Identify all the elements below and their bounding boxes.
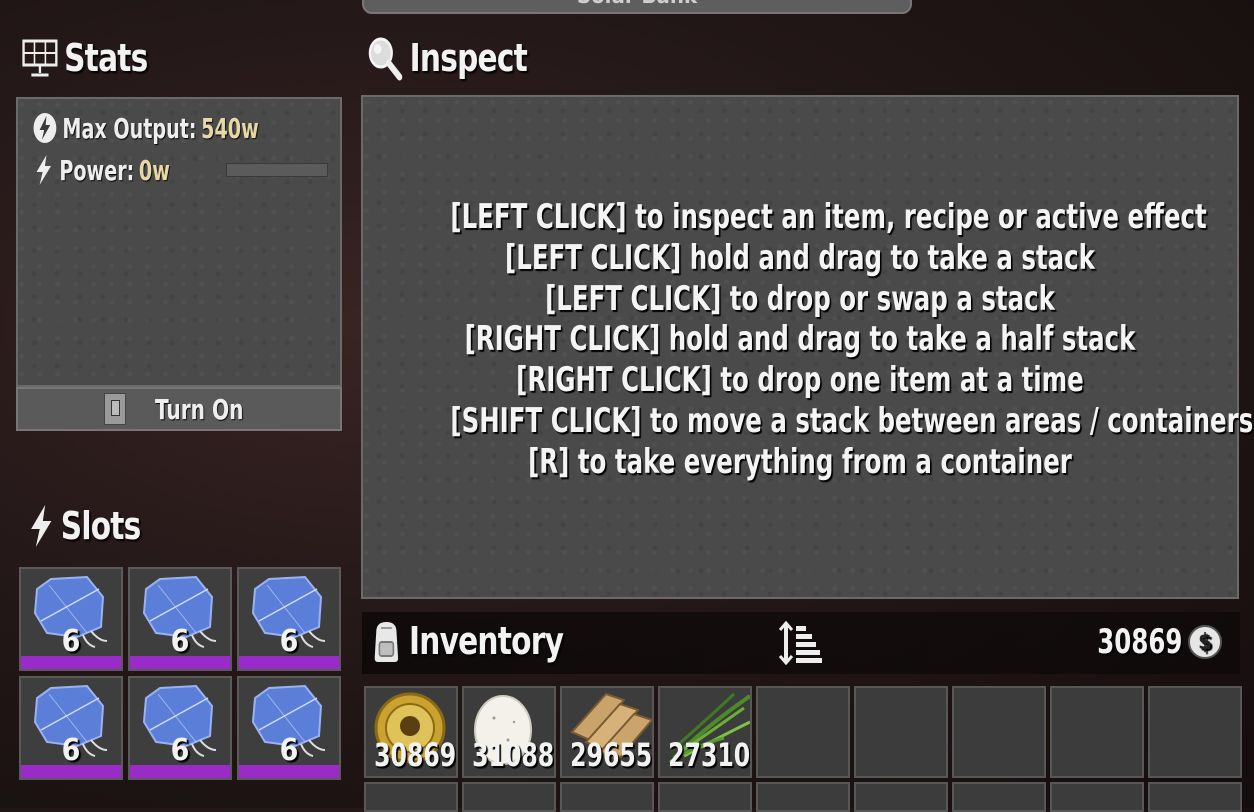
lightning-circle-icon (33, 113, 57, 143)
lightning-icon (36, 155, 51, 185)
inventory-slot[interactable]: 27310 (658, 686, 752, 778)
slot-count: 6 (170, 624, 190, 659)
help-line: [R] to take everything from a container (528, 441, 1072, 482)
durability-bar (21, 656, 121, 669)
sort-icon[interactable] (778, 620, 824, 666)
power-slot[interactable]: 6 (19, 567, 123, 671)
stats-header-label: Stats (64, 36, 148, 80)
inspect-header-label: Inspect (409, 36, 528, 80)
slot-count: 6 (279, 624, 299, 659)
inventory-slot-empty[interactable] (952, 686, 1046, 778)
durability-bar (239, 656, 339, 669)
help-line: [SHIFT CLICK] to move a stack between ar… (450, 400, 1254, 441)
switch-icon (103, 393, 126, 425)
max-output-label: Max Output: (62, 111, 197, 145)
slot-count: 6 (279, 733, 299, 768)
inspect-help-text: [LEFT CLICK] to inspect an item, recipe … (450, 197, 1254, 483)
inventory-slot-empty[interactable] (1050, 686, 1144, 778)
magnifier-icon (368, 37, 403, 81)
inventory-header-bar: Inventory 30869 $ (362, 612, 1240, 674)
window-title: Solar Bank (577, 0, 697, 9)
inspect-panel: [LEFT CLICK] to inspect an item, recipe … (361, 95, 1254, 599)
lightning-icon (31, 505, 52, 547)
inventory-slot[interactable]: 31088 (462, 686, 556, 778)
power-bar (226, 163, 328, 177)
window-title-tab: Solar Bank (362, 0, 912, 14)
help-line: [RIGHT CLICK] to drop one item at a time (516, 360, 1084, 401)
coin-icon: $ (1188, 625, 1222, 659)
help-line: [LEFT CLICK] hold and drag to take a sta… (505, 237, 1095, 278)
slot-count: 6 (170, 733, 190, 768)
inventory-count: 27310 (668, 736, 751, 774)
solar-panel-icon (22, 39, 58, 77)
help-line: [LEFT CLICK] to drop or swap a stack (545, 278, 1055, 319)
inventory-count: 30869 (374, 736, 457, 774)
slots-header: Slots (28, 503, 141, 549)
durability-bar (21, 765, 121, 778)
inventory-slot-empty[interactable] (756, 686, 850, 778)
power-slot[interactable]: 6 (237, 567, 341, 671)
power-slot[interactable]: 6 (19, 676, 123, 780)
power-slot[interactable]: 6 (128, 567, 232, 671)
power-slot[interactable]: 6 (128, 676, 232, 780)
power-value: 0w (138, 153, 170, 187)
inventory-slot[interactable]: 30869 (364, 686, 458, 778)
inventory-slot-empty[interactable] (854, 686, 948, 778)
power-row: Power: 0w (32, 153, 170, 187)
inventory-slot-empty[interactable] (1148, 686, 1242, 778)
max-output-row: Max Output: 540w (32, 111, 259, 145)
inventory-header: Inventory (370, 618, 564, 664)
turn-on-button[interactable]: Turn On (16, 387, 342, 431)
inventory-count: 31088 (472, 736, 555, 774)
turn-on-label: Turn On (154, 392, 244, 426)
durability-bar (239, 765, 339, 778)
slot-count: 6 (61, 733, 81, 768)
slots-header-label: Slots (60, 504, 142, 548)
currency-amount: 30869 (1096, 622, 1182, 662)
slot-count: 6 (61, 624, 81, 659)
max-output-value: 540w (201, 111, 259, 145)
inspect-header: Inspect (366, 34, 528, 82)
inventory-count: 29655 (570, 736, 653, 774)
durability-bar (130, 765, 230, 778)
help-line: [RIGHT CLICK] hold and drag to take a ha… (464, 319, 1136, 360)
power-slot[interactable]: 6 (237, 676, 341, 780)
backpack-icon (374, 622, 399, 662)
inventory-slot[interactable]: 29655 (560, 686, 654, 778)
power-label: Power: (59, 153, 135, 187)
currency-display: 30869 $ (1076, 622, 1222, 662)
stats-panel: Max Output: 540w Power: 0w (16, 97, 342, 387)
help-line: [LEFT CLICK] to inspect an item, recipe … (450, 197, 1207, 237)
durability-bar (130, 656, 230, 669)
inventory-header-label: Inventory (409, 619, 564, 663)
stats-header: Stats (22, 36, 148, 80)
